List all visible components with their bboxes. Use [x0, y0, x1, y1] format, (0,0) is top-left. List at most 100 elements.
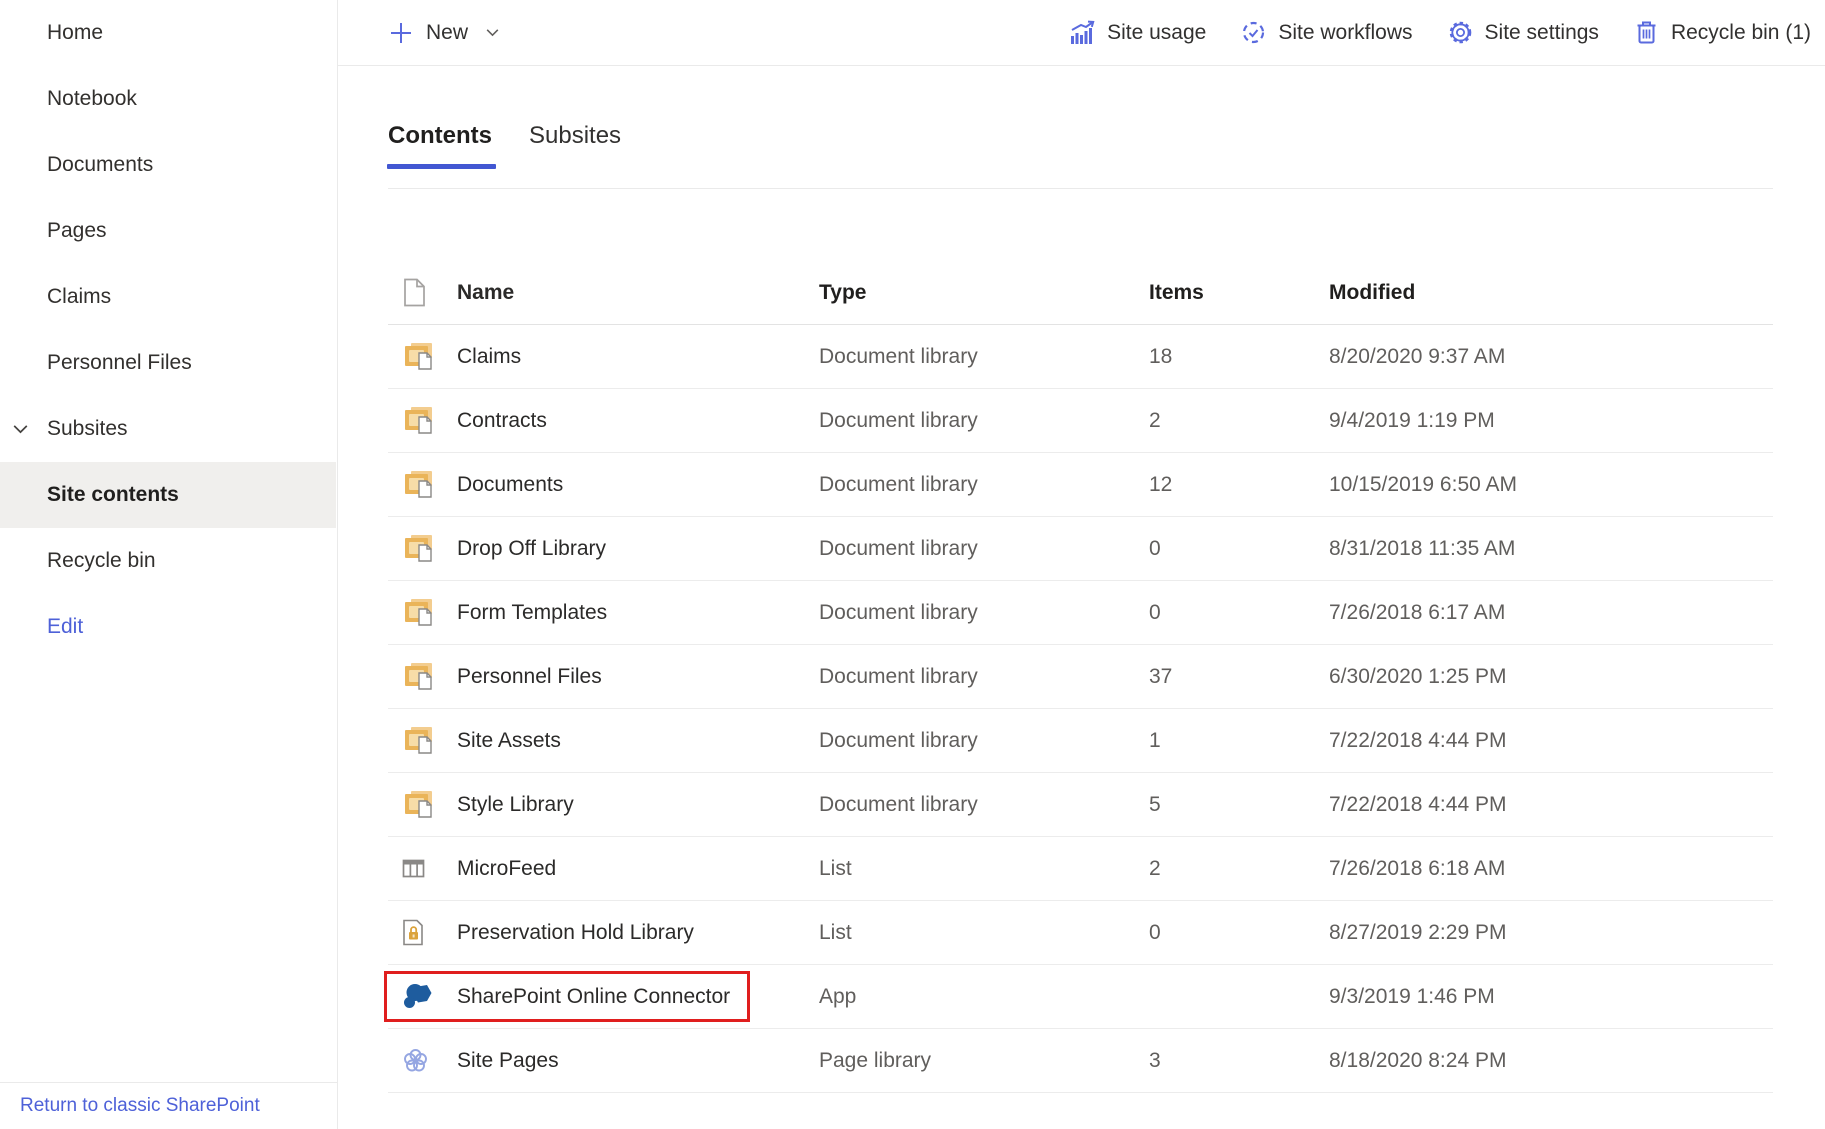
row-modified-date: 9/4/2019 1:19 PM — [1329, 409, 1773, 433]
document-library-icon — [402, 596, 435, 630]
sidebar-item-recycle-bin[interactable]: Recycle bin — [0, 528, 336, 594]
row-modified-date: 7/26/2018 6:17 AM — [1329, 601, 1773, 625]
sidebar-item-subsites[interactable]: Subsites — [0, 396, 336, 462]
table-row[interactable]: Style Library Document library 5 7/22/20… — [388, 773, 1773, 837]
row-name-link[interactable]: Claims — [457, 345, 819, 369]
sidebar-item-label: Edit — [47, 615, 83, 639]
table-body: Claims Document library 18 8/20/2020 9:3… — [388, 325, 1773, 1093]
row-type: Document library — [819, 409, 1149, 433]
row-name-link[interactable]: Form Templates — [457, 601, 819, 625]
row-items-count: 2 — [1149, 857, 1329, 881]
sidebar-footer: Return to classic SharePoint — [0, 1082, 337, 1129]
row-items-count: 12 — [1149, 473, 1329, 497]
table-row[interactable]: Preservation Hold Library List 0 8/27/20… — [388, 901, 1773, 965]
table-row[interactable]: Drop Off Library Document library 0 8/31… — [388, 517, 1773, 581]
row-name-link[interactable]: Drop Off Library — [457, 537, 819, 561]
site-settings-button[interactable]: Site settings — [1447, 19, 1599, 46]
recycle-bin-button[interactable]: Recycle bin (1) — [1633, 19, 1811, 46]
document-library-icon — [402, 660, 435, 694]
document-library-icon — [402, 468, 435, 502]
document-library-icon — [402, 340, 435, 374]
site-settings-label: Site settings — [1485, 21, 1599, 45]
row-type: List — [819, 921, 1149, 945]
table-row[interactable]: MicroFeed List 2 7/26/2018 6:18 AM — [388, 837, 1773, 901]
row-items-count: 5 — [1149, 793, 1329, 817]
row-name-link[interactable]: MicroFeed — [457, 857, 819, 881]
site-usage-button[interactable]: Site usage — [1069, 19, 1206, 46]
row-name-link[interactable]: Contracts — [457, 409, 819, 433]
microfeed-icon — [402, 857, 425, 880]
new-button-label: New — [426, 21, 468, 45]
sidebar-item-notebook[interactable]: Notebook — [0, 66, 336, 132]
table-row[interactable]: Claims Document library 18 8/20/2020 9:3… — [388, 325, 1773, 389]
tab-contents[interactable]: Contents — [388, 122, 492, 169]
tab-subsites[interactable]: Subsites — [529, 122, 621, 169]
row-type: Document library — [819, 793, 1149, 817]
recycle-bin-label: Recycle bin (1) — [1671, 21, 1811, 45]
sidebar-item-edit[interactable]: Edit — [0, 594, 336, 660]
row-name-link[interactable]: SharePoint Online Connector — [457, 985, 819, 1009]
row-name-link[interactable]: Style Library — [457, 793, 819, 817]
column-header-type[interactable]: Type — [819, 281, 1149, 305]
sidebar-item-label: Pages — [47, 219, 107, 243]
row-modified-date: 8/27/2019 2:29 PM — [1329, 921, 1773, 945]
site-usage-icon — [1069, 19, 1096, 46]
sidebar-item-documents[interactable]: Documents — [0, 132, 336, 198]
document-library-icon — [402, 404, 435, 438]
preservation-hold-icon — [402, 919, 424, 946]
row-type: App — [819, 985, 1149, 1009]
row-modified-date: 7/26/2018 6:18 AM — [1329, 857, 1773, 881]
sidebar-item-label: Claims — [47, 285, 111, 309]
site-contents-table: Name Type Items Modified — [388, 261, 1773, 1093]
sidebar-item-label: Documents — [47, 153, 153, 177]
sidebar-item-label: Personnel Files — [47, 351, 192, 375]
sidebar-item-site-contents[interactable]: Site contents — [0, 462, 336, 528]
table-row[interactable]: Site Assets Document library 1 7/22/2018… — [388, 709, 1773, 773]
column-header-name[interactable]: Name — [457, 281, 819, 305]
column-header-items[interactable]: Items — [1149, 281, 1329, 305]
row-modified-date: 7/22/2018 4:44 PM — [1329, 729, 1773, 753]
row-modified-date: 10/15/2019 6:50 AM — [1329, 473, 1773, 497]
row-items-count: 1 — [1149, 729, 1329, 753]
return-to-classic-link[interactable]: Return to classic SharePoint — [20, 1095, 260, 1117]
chevron-down-icon — [484, 24, 501, 41]
chevron-down-icon — [10, 419, 31, 440]
table-row[interactable]: Documents Document library 12 10/15/2019… — [388, 453, 1773, 517]
table-row[interactable]: SharePoint Online Connector App 9/3/2019… — [388, 965, 1773, 1029]
site-workflows-button[interactable]: Site workflows — [1240, 19, 1412, 46]
sidebar-item-pages[interactable]: Pages — [0, 198, 336, 264]
sidebar-item-home[interactable]: Home — [0, 0, 336, 66]
table-row[interactable]: Form Templates Document library 0 7/26/2… — [388, 581, 1773, 645]
sidebar-item-label: Site contents — [47, 483, 179, 507]
site-settings-icon — [1447, 19, 1474, 46]
table-row[interactable]: Contracts Document library 2 9/4/2019 1:… — [388, 389, 1773, 453]
sidebar-item-claims[interactable]: Claims — [0, 264, 336, 330]
row-modified-date: 7/22/2018 4:44 PM — [1329, 793, 1773, 817]
document-library-icon — [402, 724, 435, 758]
row-modified-date: 9/3/2019 1:46 PM — [1329, 985, 1773, 1009]
row-items-count: 0 — [1149, 601, 1329, 625]
row-type: List — [819, 857, 1149, 881]
sidebar-item-label: Recycle bin — [47, 549, 156, 573]
row-items-count: 18 — [1149, 345, 1329, 369]
column-header-modified[interactable]: Modified — [1329, 281, 1773, 305]
main-content: New — [338, 0, 1825, 1129]
new-button[interactable]: New — [388, 20, 501, 46]
row-type: Document library — [819, 601, 1149, 625]
row-name-link[interactable]: Documents — [457, 473, 819, 497]
row-name-link[interactable]: Site Assets — [457, 729, 819, 753]
row-type: Document library — [819, 665, 1149, 689]
sidebar: Home Notebook Documents Pages Claims Per… — [0, 0, 338, 1129]
sidebar-item-personnel-files[interactable]: Personnel Files — [0, 330, 336, 396]
row-type: Document library — [819, 729, 1149, 753]
sidebar-nav: Home Notebook Documents Pages Claims Per… — [0, 0, 336, 660]
row-modified-date: 8/18/2020 8:24 PM — [1329, 1049, 1773, 1073]
row-modified-date: 8/20/2020 9:37 AM — [1329, 345, 1773, 369]
row-name-link[interactable]: Personnel Files — [457, 665, 819, 689]
row-items-count: 0 — [1149, 921, 1329, 945]
table-row[interactable]: Personnel Files Document library 37 6/30… — [388, 645, 1773, 709]
row-name-link[interactable]: Site Pages — [457, 1049, 819, 1073]
row-type: Document library — [819, 473, 1149, 497]
table-row[interactable]: Site Pages Page library 3 8/18/2020 8:24… — [388, 1029, 1773, 1093]
row-name-link[interactable]: Preservation Hold Library — [457, 921, 819, 945]
